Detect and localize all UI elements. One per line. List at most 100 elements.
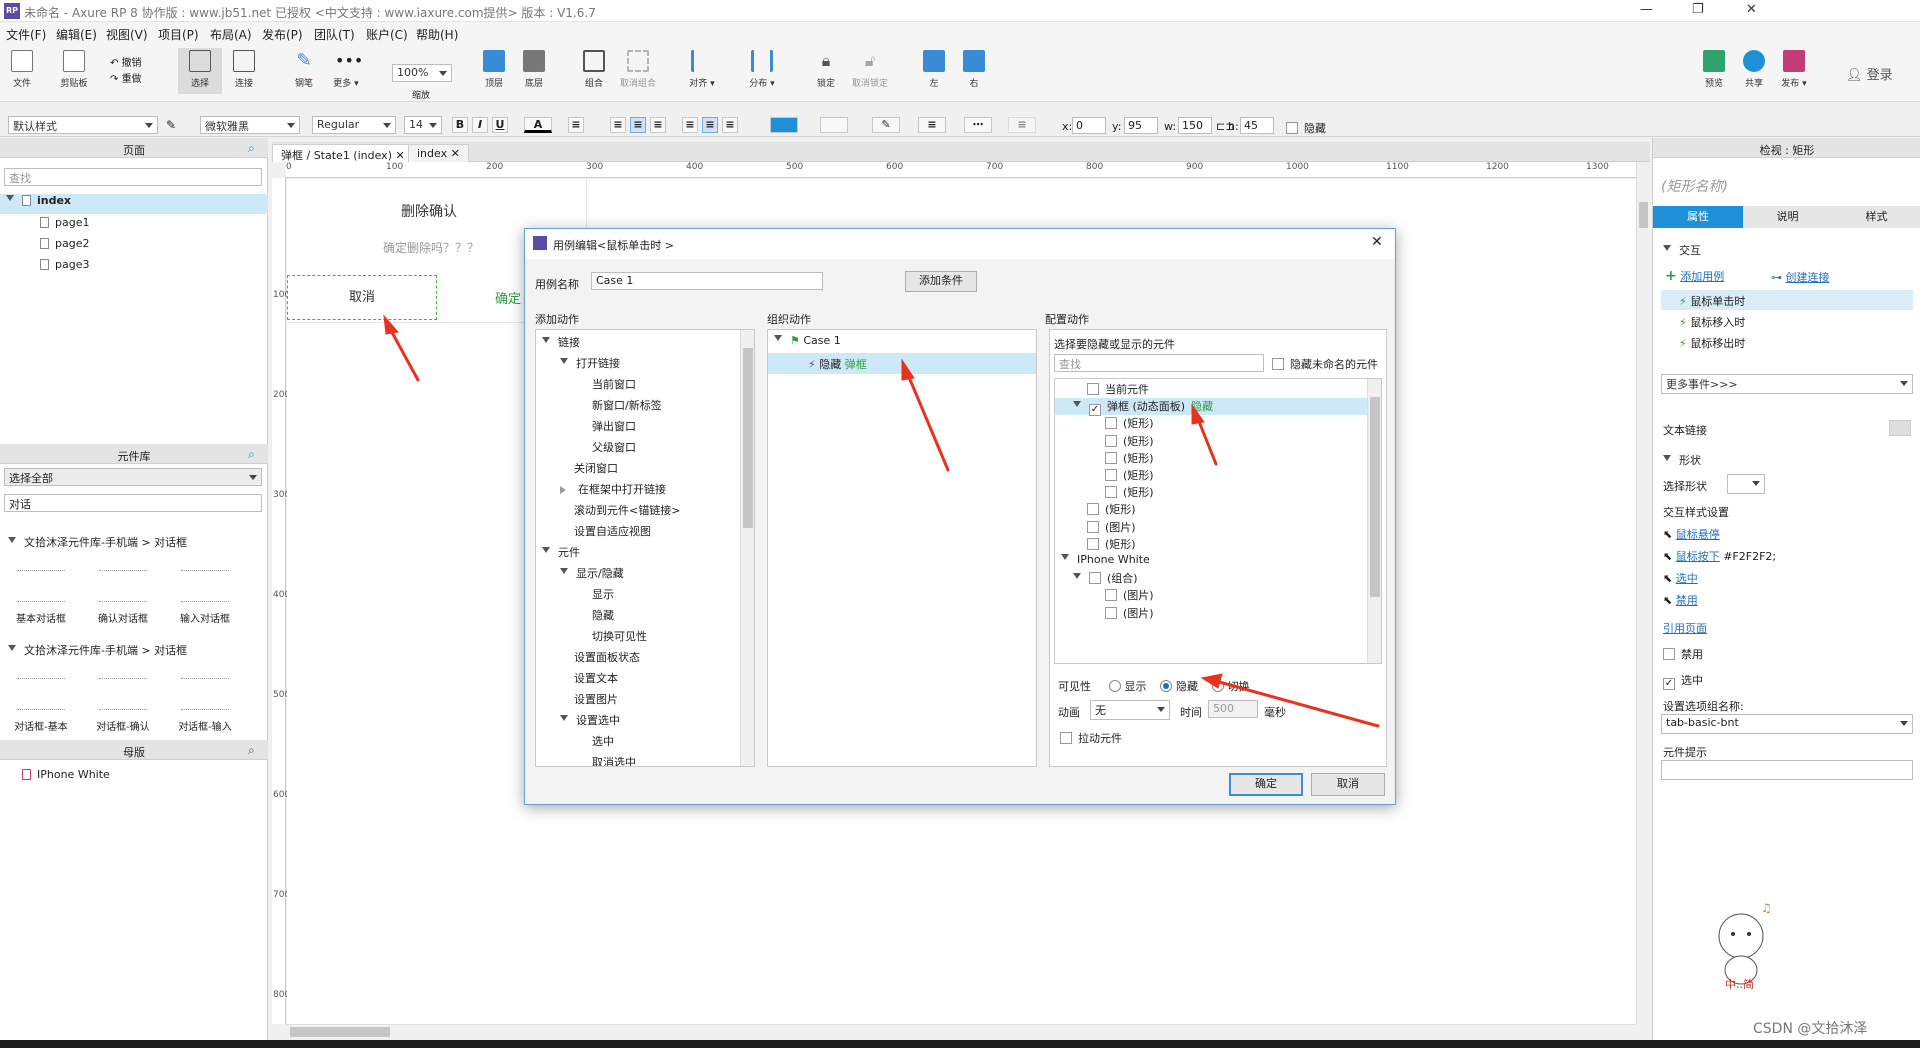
group-name-select[interactable]: tab-basic-bnt: [1661, 714, 1913, 734]
widget-checkbox[interactable]: [1087, 537, 1099, 550]
clipboard-button[interactable]: 剪贴板: [52, 50, 96, 89]
align-center-button[interactable]: ≡: [630, 117, 646, 133]
widget-dialog-basic[interactable]: 对话框-基本: [6, 678, 76, 733]
widget-checkbox[interactable]: [1087, 520, 1099, 533]
expand-down-icon[interactable]: [1073, 401, 1081, 411]
menu-file[interactable]: 文件(F): [6, 26, 46, 43]
tab-index[interactable]: index ✕: [408, 144, 469, 162]
tab-notes[interactable]: 说明: [1743, 206, 1832, 228]
cancel-button[interactable]: 取消: [1311, 773, 1385, 796]
add-action-scrollbar[interactable]: [740, 330, 754, 766]
maximize-icon[interactable]: ❐: [1692, 2, 1704, 17]
connect-button[interactable]: 连接: [222, 50, 266, 89]
bold-button[interactable]: B: [452, 117, 468, 133]
action-node-hide[interactable]: ⚡ 隐藏 弹框: [768, 353, 1036, 374]
search-icon[interactable]: ⌕: [248, 141, 255, 156]
action-item[interactable]: 滚动到元件<锚链接>: [574, 502, 680, 523]
page-item-index[interactable]: index: [0, 194, 268, 214]
popup-title[interactable]: 删除确认: [401, 201, 457, 221]
canvas-hscroll[interactable]: [286, 1024, 1636, 1038]
align-right-button[interactable]: ≡: [650, 117, 666, 133]
bullet-list-button[interactable]: ≡: [568, 117, 584, 133]
widget-tree-row[interactable]: (矩形): [1105, 433, 1154, 450]
add-condition-button[interactable]: 添加条件: [905, 271, 977, 292]
disabled-style-link[interactable]: ⬉ 禁用: [1663, 592, 1698, 608]
action-item[interactable]: 链接: [542, 334, 580, 355]
menu-project[interactable]: 项目(P): [158, 26, 199, 43]
expand-down-icon[interactable]: [1073, 573, 1081, 583]
right-button[interactable]: 右: [952, 50, 996, 89]
action-item[interactable]: 设置文本: [574, 670, 618, 691]
widget-tree-row[interactable]: (图片): [1105, 605, 1154, 622]
action-item[interactable]: 关闭窗口: [574, 460, 618, 481]
page-item-page1[interactable]: page1: [40, 216, 89, 236]
menu-help[interactable]: 帮助(H): [416, 26, 458, 43]
align-button[interactable]: 对齐 ▾: [680, 50, 724, 89]
widget-checkbox[interactable]: [1105, 469, 1117, 481]
send-bottom-button[interactable]: 底层: [512, 50, 556, 89]
y-input[interactable]: 95: [1124, 117, 1158, 134]
w-input[interactable]: 150: [1178, 117, 1212, 134]
h-input[interactable]: 45: [1240, 117, 1274, 134]
action-item[interactable]: 打开链接: [560, 355, 620, 376]
action-item[interactable]: 父级窗口: [592, 439, 636, 460]
widget-checkbox[interactable]: [1087, 503, 1099, 516]
line-width-button[interactable]: ≡: [918, 117, 946, 133]
share-button[interactable]: 共享: [1732, 50, 1776, 89]
cancel-rect[interactable]: 取消: [287, 275, 437, 320]
event-onclick[interactable]: ⚡ 鼠标单击时: [1661, 290, 1913, 310]
canvas-vscroll[interactable]: [1636, 162, 1650, 1024]
shape-name-input[interactable]: (矩形名称): [1661, 176, 1728, 196]
zoom-select[interactable]: 100%: [392, 64, 452, 82]
close-icon[interactable]: ✕: [1371, 234, 1383, 250]
page-item-page3[interactable]: page3: [40, 258, 89, 278]
widget-tree-row[interactable]: (组合): [1073, 570, 1138, 587]
action-item[interactable]: 显示: [592, 586, 614, 607]
action-item[interactable]: 设置选中: [560, 712, 620, 733]
action-item[interactable]: 取消选中: [592, 754, 636, 766]
search-icon[interactable]: ⌕: [248, 743, 255, 758]
menu-account[interactable]: 账户(C): [366, 26, 408, 43]
expand-down-icon[interactable]: [560, 568, 568, 578]
widget-checkbox[interactable]: [1105, 434, 1117, 447]
action-item[interactable]: 隐藏: [592, 607, 614, 628]
file-button[interactable]: 文件: [0, 50, 44, 89]
expand-down-icon[interactable]: [560, 715, 568, 725]
menu-publish[interactable]: 发布(P): [262, 26, 303, 43]
action-item[interactable]: 切换可见性: [592, 628, 647, 649]
tab-properties[interactable]: 属性: [1653, 206, 1743, 228]
widget-tree-row[interactable]: (矩形): [1105, 450, 1154, 467]
font-color-button[interactable]: A: [524, 117, 552, 133]
expand-right-icon[interactable]: [560, 486, 570, 494]
widget-checkbox[interactable]: [1087, 383, 1099, 395]
font-select[interactable]: 微软雅黑: [200, 116, 300, 134]
case-name-input[interactable]: Case 1: [591, 272, 823, 290]
undo-button[interactable]: ↶ 撤销: [110, 54, 142, 69]
valign-middle-button[interactable]: ≡: [702, 117, 718, 133]
action-item[interactable]: 元件: [542, 544, 580, 565]
event-mouseenter[interactable]: ⚡ 鼠标移入时: [1679, 314, 1745, 330]
menu-edit[interactable]: 编辑(E): [56, 26, 97, 43]
action-item[interactable]: 弹出窗口: [592, 418, 636, 439]
mousedown-style-link[interactable]: ⬉ 鼠标按下 #F2F2F2;: [1663, 548, 1776, 564]
style-select[interactable]: 默认样式: [8, 116, 158, 134]
valign-bottom-button[interactable]: ≡: [722, 117, 738, 133]
case-node[interactable]: ⚑ Case 1: [774, 334, 841, 355]
tooltip-input[interactable]: [1661, 760, 1913, 780]
widget-checkbox[interactable]: [1105, 451, 1117, 464]
radio-hide[interactable]: 隐藏: [1160, 680, 1198, 693]
selected-style-link[interactable]: ⬉ 选中: [1663, 570, 1698, 586]
widget-tree-row[interactable]: (矩形): [1105, 467, 1154, 484]
distribute-button[interactable]: 分布 ▾: [740, 50, 784, 89]
x-input[interactable]: 0: [1072, 117, 1106, 134]
widget-tree-row[interactable]: IPhone White: [1061, 553, 1150, 570]
widget-checkbox[interactable]: [1105, 417, 1117, 430]
close-icon[interactable]: ✕: [1746, 2, 1757, 17]
publish-button[interactable]: 发布 ▾: [1772, 50, 1816, 89]
expand-down-icon[interactable]: [542, 547, 550, 557]
ok-button[interactable]: 确定: [1229, 773, 1303, 796]
radio-show[interactable]: 显示: [1108, 680, 1147, 693]
widget-tree-scrollbar[interactable]: [1367, 379, 1381, 663]
widget-tree-row[interactable]: (矩形): [1105, 484, 1154, 501]
group-button[interactable]: 组合: [572, 50, 616, 89]
